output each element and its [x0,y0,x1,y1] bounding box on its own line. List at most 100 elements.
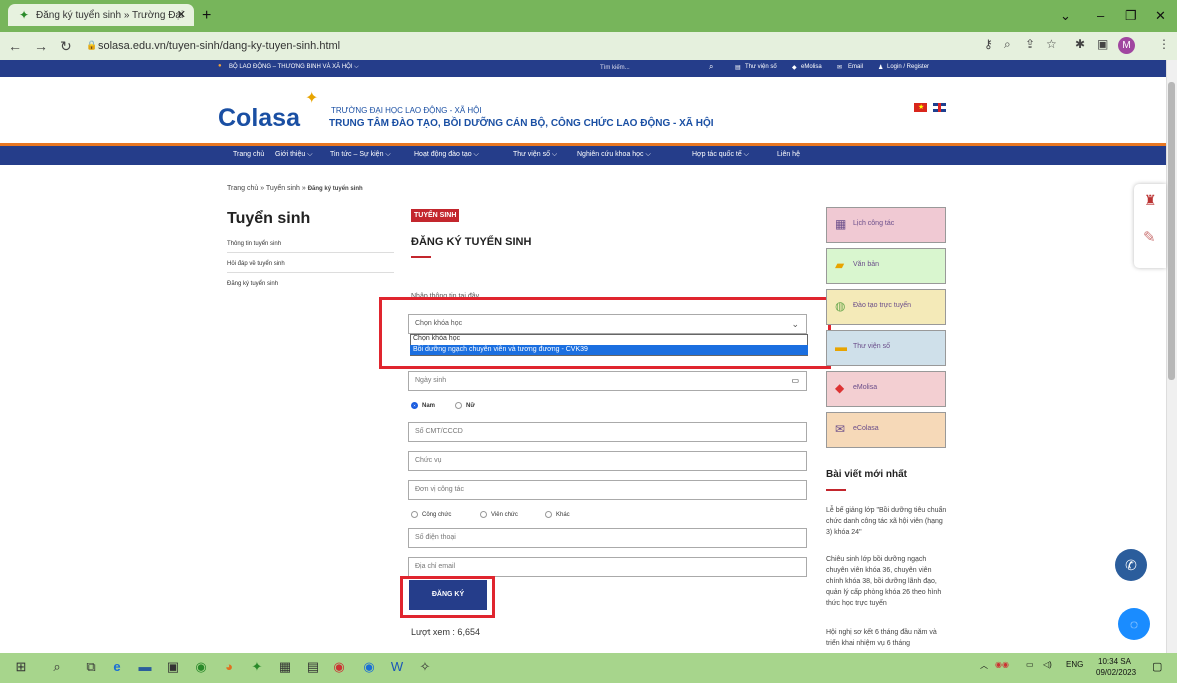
clock-date[interactable]: 09/02/2023 [1096,668,1136,677]
card-schedule[interactable]: ▦ Lịch công tác [826,207,946,243]
key-icon[interactable]: ⚷ [984,37,993,51]
restore-icon[interactable]: ❐ [1125,8,1137,24]
emolisa-icon: ◆ [792,65,797,71]
center-name: TRUNG TÂM ĐÀO TẠO, BỒI DƯỠNG CÁN BỘ, CÔN… [329,118,714,129]
tab-search-icon[interactable]: ⌄ [1060,8,1071,24]
nav-about[interactable]: Giới thiệu ⌵ [275,151,313,159]
site-logo[interactable]: Colasa [218,104,300,133]
clock-time[interactable]: 10:34 SA [1098,657,1131,666]
menu-icon[interactable]: ⋮ [1158,37,1170,51]
position-field[interactable]: Chức vụ [408,451,807,471]
sidebar-item-faq[interactable]: Hỏi đáp về tuyển sinh [227,261,394,273]
ministry-link[interactable]: BỘ LAO ĐỘNG – THƯƠNG BINH VÀ XÃ HỘI ⌵ [229,64,359,71]
nav-contact[interactable]: Liên hệ [777,151,800,158]
sidebar-item-info[interactable]: Thông tin tuyển sinh [227,241,394,253]
nav-international[interactable]: Hợp tác quốc tế ⌵ [692,151,749,159]
gender-male-radio[interactable]: Nam [411,402,435,409]
card-label: Văn bản [853,261,880,268]
edge-icon[interactable]: e [108,658,126,676]
extensions-icon[interactable]: ✱ [1075,37,1085,51]
app-icon[interactable]: ✧ [416,658,434,676]
app-icon[interactable]: ✦ [248,658,266,676]
english-flag-icon[interactable] [933,103,946,112]
tab-close-icon[interactable]: ✕ [177,8,186,21]
nav-home[interactable]: Trang chủ [233,151,264,158]
tray-app-icon[interactable]: ◉◉ [995,660,1009,669]
gender-female-radio[interactable]: Nữ [455,402,475,409]
scrollbar-thumb[interactable] [1168,82,1175,380]
sidepanel-icon[interactable]: ▣ [1097,37,1108,51]
sidebar-item-register[interactable]: Đăng ký tuyển sinh [227,281,394,292]
task-view-icon[interactable]: ⧉ [82,658,100,676]
profile-avatar[interactable]: M [1118,37,1135,54]
pencil-icon[interactable]: ✎ [1143,228,1156,246]
search-icon[interactable]: ⌕ [48,658,66,676]
type-other-radio[interactable]: Khác [545,511,570,518]
phone-field[interactable]: Số điện thoại [408,528,807,548]
email-link[interactable]: Email [848,64,863,70]
type-employee-radio[interactable]: Viên chức [480,511,518,518]
graduation-icon[interactable]: ♜ [1144,192,1157,209]
messenger-icon[interactable]: ◌ [1118,608,1150,640]
close-window-icon[interactable]: ✕ [1155,8,1166,24]
type-civil-radio[interactable]: Công chức [411,511,451,518]
minimize-icon[interactable]: – [1097,8,1104,23]
nav-library[interactable]: Thư viện số ⌵ [513,151,557,159]
language-indicator[interactable]: ENG [1066,660,1083,669]
card-documents[interactable]: ▰ Văn bản [826,248,946,284]
star-icon[interactable]: ☆ [1046,37,1057,51]
calendar-icon[interactable]: ▭ [791,376,799,385]
news-item[interactable]: Hội nghị sơ kết 6 tháng đầu năm và triển… [826,627,950,651]
type-civil-label: Công chức [422,512,452,519]
id-number-field[interactable]: Số CMT/CCCD [408,422,807,442]
forward-icon[interactable]: → [34,38,48,54]
store-icon[interactable]: ▣ [164,658,182,676]
notification-icon[interactable]: ▢ [1152,660,1162,673]
network-icon[interactable]: ▭ [1026,660,1034,669]
volume-icon[interactable]: ◁) [1043,660,1052,669]
new-tab-button[interactable]: + [202,7,211,25]
breadcrumb-links[interactable]: Trang chủ » Tuyển sinh » [227,185,308,192]
browser-tab[interactable]: ✦ Đăng ký tuyển sinh » Trường Đại ✕ [8,4,194,26]
explorer-icon[interactable]: ▬ [136,658,154,676]
dob-field[interactable]: Ngày sinh ▭ [408,371,807,391]
reload-icon[interactable]: ↻ [60,38,72,55]
search-icon[interactable]: ⌕ [709,62,713,72]
windows-start-icon[interactable]: ⊞ [12,658,30,676]
card-label: Lịch công tác [853,220,895,227]
login-link[interactable]: Login / Register [887,64,929,70]
workplace-field[interactable]: Đơn vị công tác [408,480,807,500]
nav-news[interactable]: Tin tức – Sự kiện ⌵ [330,151,391,159]
back-icon[interactable]: ← [8,38,22,54]
phone-icon[interactable]: ✆ [1115,549,1147,581]
chrome-icon[interactable]: ◉ [192,658,210,676]
chrome-profile-icon[interactable]: ◉ [360,658,378,676]
library-icon: ▤ [735,65,741,71]
nav-training[interactable]: Hoạt động đào tạo ⌵ [414,151,479,159]
card-library[interactable]: ▬ Thư viện số [826,330,946,366]
calculator-icon[interactable]: ▦ [276,658,294,676]
library-link[interactable]: Thư viện số [745,64,777,70]
news-item[interactable]: Chiêu sinh lớp bồi dưỡng ngạch chuyên vi… [826,554,950,609]
latest-news-title: Bài viết mới nhất [826,469,908,480]
nav-research[interactable]: Nghiên cứu khoa học ⌵ [577,151,651,159]
emolisa-link[interactable]: eMolisa [801,64,822,70]
firefox-icon[interactable]: ◕ [220,658,238,676]
news-item[interactable]: Lễ bế giảng lớp "Bồi dưỡng tiêu chuẩn ch… [826,505,950,538]
card-elearning[interactable]: ◍ Đào tạo trực tuyến [826,289,946,325]
url-input[interactable]: 🔒 solasa.edu.vn/tuyen-sinh/dang-ky-tuyen… [86,37,956,56]
email-field[interactable]: Địa chỉ email [408,557,807,577]
zoom-icon[interactable]: ⌕ [1004,37,1011,52]
app-window-icon[interactable]: ▤ [304,658,322,676]
chrome-active-icon[interactable]: ◉ [330,658,348,676]
word-icon[interactable]: W [388,658,406,676]
gender-female-label: Nữ [466,403,475,410]
card-ecolasa[interactable]: ✉ eColasa [826,412,946,448]
card-emolisa[interactable]: ◆ eMolisa [826,371,946,407]
dob-placeholder: Ngày sinh [415,377,447,384]
tray-chevron-icon[interactable]: ︿ [980,660,988,671]
vietnamese-flag-icon[interactable]: ★ [914,103,927,112]
radio-checked-icon [411,402,418,409]
site-search-input[interactable]: Tìm kiếm... [600,62,690,75]
share-icon[interactable]: ⇪ [1025,37,1035,51]
